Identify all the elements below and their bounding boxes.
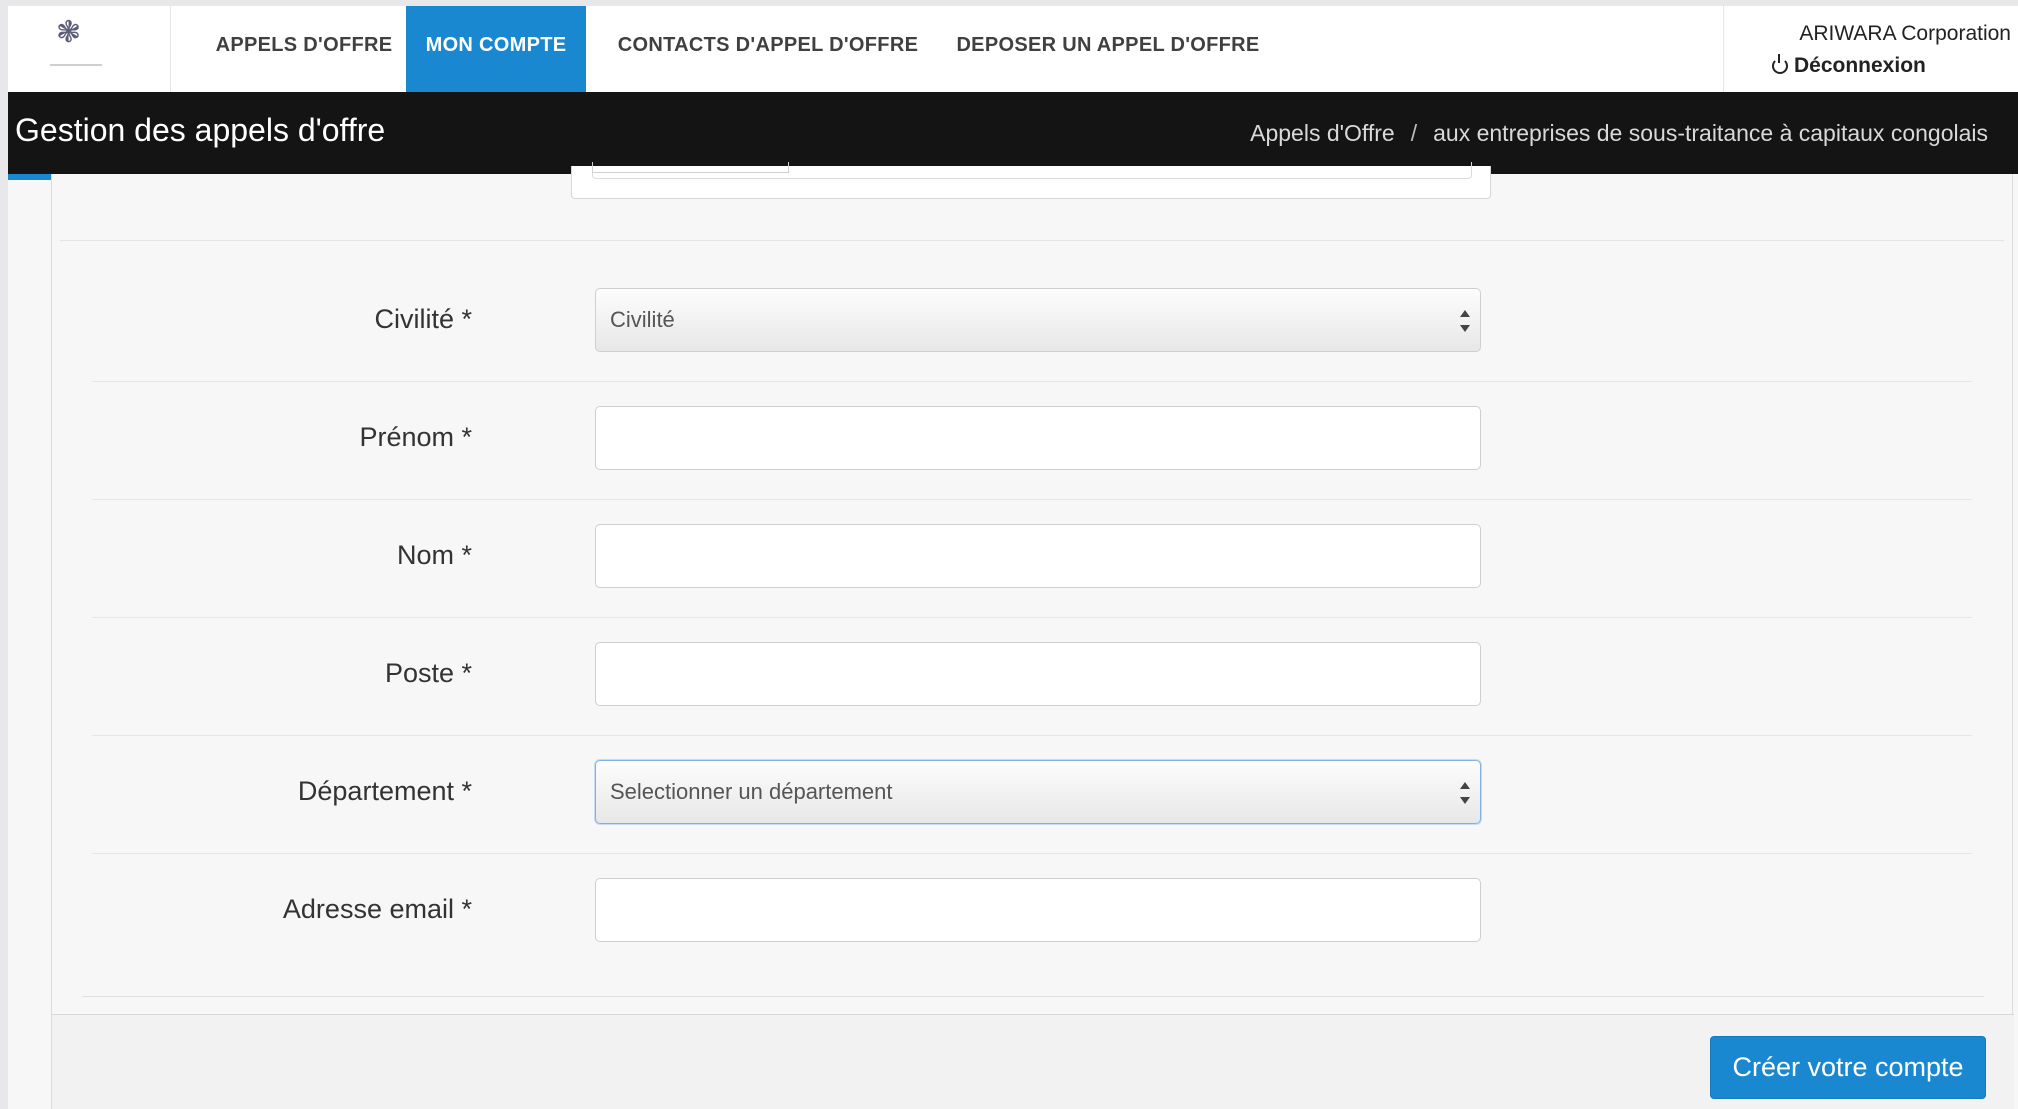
- top-navigation: ❃ APPELS D'OFFRE MON COMPTE CONTACTS D'A…: [8, 6, 2018, 93]
- page-title: Gestion des appels d'offre: [15, 112, 386, 148]
- civilite-selected-value: Civilité: [610, 307, 675, 332]
- logo-underline: [50, 64, 102, 66]
- user-box: ARIWARA Corporation Déconnexion: [1723, 6, 2018, 92]
- email-input[interactable]: [595, 878, 1481, 942]
- form-row-nom: Nom *: [92, 500, 1972, 618]
- email-label: Adresse email *: [282, 894, 472, 924]
- nom-label: Nom *: [396, 540, 472, 570]
- departement-select[interactable]: Selectionner un département: [595, 760, 1481, 824]
- logo[interactable]: ❃: [8, 6, 171, 92]
- breadcrumb-separator: /: [1410, 120, 1418, 146]
- logout-label: Déconnexion: [1794, 54, 1926, 77]
- logout-link[interactable]: Déconnexion: [1772, 54, 1926, 78]
- previous-field-box: [571, 162, 1491, 199]
- form-bottom-border: [82, 986, 1984, 997]
- create-account-button[interactable]: Créer votre compte: [1710, 1036, 1986, 1099]
- prenom-input[interactable]: [595, 406, 1481, 470]
- form-panel: Civilité * Civilité Prénom * Nom * Poste…: [51, 162, 2013, 1014]
- civilite-label: Civilité *: [374, 304, 472, 334]
- logo-icon: ❃: [56, 16, 82, 49]
- power-icon: [1772, 54, 1788, 74]
- departement-label: Département *: [297, 776, 472, 806]
- breadcrumb: Appels d'Offre / aux entreprises de sous-t…: [1250, 120, 1988, 147]
- departement-selected-value: Selectionner un département: [610, 779, 893, 804]
- nav-item-mon-compte[interactable]: MON COMPTE: [406, 6, 586, 92]
- form-row-departement: Département * Selectionner un départemen…: [92, 736, 1972, 854]
- form-row-civilite: Civilité * Civilité: [92, 264, 1972, 382]
- poste-input[interactable]: [595, 642, 1481, 706]
- select-arrows-icon: [1460, 782, 1470, 804]
- poste-label: Poste *: [384, 658, 472, 688]
- form-row-poste: Poste *: [92, 618, 1972, 736]
- form-row-adresse-email: Adresse email *: [92, 854, 1972, 972]
- form-footer: Créer votre compte: [51, 1014, 2014, 1109]
- nav-item-contacts-appel-d-offre[interactable]: CONTACTS D'APPEL D'OFFRE: [603, 6, 933, 92]
- form-row-prenom: Prénom *: [92, 382, 1972, 500]
- nom-input[interactable]: [595, 524, 1481, 588]
- civilite-select[interactable]: Civilité: [595, 288, 1481, 352]
- page: ❃ APPELS D'OFFRE MON COMPTE CONTACTS D'A…: [8, 6, 2018, 1109]
- breadcrumb-item-current: aux entreprises de sous-traitance à capi…: [1433, 120, 1988, 146]
- breadcrumb-item-appels-d-offre[interactable]: Appels d'Offre: [1250, 120, 1395, 146]
- nav-item-appels-d-offre[interactable]: APPELS D'OFFRE: [178, 6, 430, 92]
- previous-field-control: [592, 162, 789, 173]
- company-name: ARIWARA Corporation: [1799, 22, 2011, 45]
- select-arrows-icon: [1460, 310, 1470, 332]
- nav-item-deposer-appel-d-offre[interactable]: DEPOSER UN APPEL D'OFFRE: [948, 6, 1268, 92]
- prenom-label: Prénom *: [359, 422, 472, 452]
- section-divider: [60, 240, 2004, 241]
